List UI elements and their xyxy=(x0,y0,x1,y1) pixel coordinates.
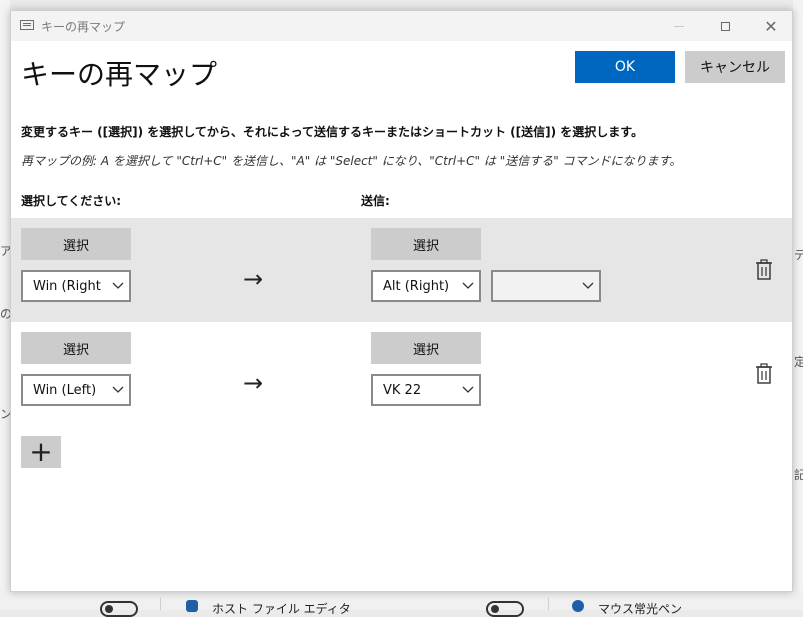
minimize-button[interactable] xyxy=(656,11,702,41)
background-toggle[interactable] xyxy=(100,601,138,617)
add-mapping-button[interactable]: + xyxy=(21,436,61,468)
example-text: 再マップの例: A を選択して "Ctrl+C" を送信し、"A" は "Sel… xyxy=(21,154,682,168)
chevron-down-icon xyxy=(457,279,479,293)
instruction-text: 変更するキー ([選択]) を選択してから、それによって送信するキーまたはショー… xyxy=(21,125,644,139)
chevron-down-icon xyxy=(107,279,129,293)
page-title: キーの再マップ xyxy=(21,58,218,91)
title-bar: キーの再マップ ✕ xyxy=(11,11,792,41)
chevron-down-icon xyxy=(457,383,479,397)
mouse-highlighter-icon xyxy=(572,600,584,612)
mapping-row: 選択 Win (Right → 選択 Alt (Right) xyxy=(11,218,792,322)
original-key-dropdown[interactable]: Win (Right xyxy=(21,270,131,302)
background-edge-text: 記 xyxy=(794,468,803,482)
maximize-icon xyxy=(720,21,730,31)
send-column-label: 送信: xyxy=(361,194,390,208)
target-key-dropdown[interactable]: VK 22 xyxy=(371,374,481,406)
target-key-extra-dropdown[interactable] xyxy=(491,270,601,302)
background-edge-text: 定 xyxy=(794,355,803,369)
background-divider xyxy=(160,598,161,610)
arrow-right-icon: → xyxy=(243,265,264,293)
select-key-button[interactable]: 選択 xyxy=(21,332,131,364)
trash-icon[interactable] xyxy=(754,363,774,385)
plus-icon: + xyxy=(29,435,53,468)
background-toggle[interactable] xyxy=(486,601,524,617)
chevron-down-icon xyxy=(577,279,599,293)
minimize-icon xyxy=(674,25,684,27)
background-window-right xyxy=(793,0,803,610)
target-key-value: VK 22 xyxy=(383,382,422,398)
original-key-value: Win (Right xyxy=(33,278,101,294)
send-key-button[interactable]: 選択 xyxy=(371,228,481,260)
ok-button[interactable]: OK xyxy=(575,51,675,83)
close-icon: ✕ xyxy=(764,16,778,36)
mapping-row: 選択 Win (Left) → 選択 VK 22 xyxy=(11,322,792,426)
background-divider xyxy=(548,598,549,610)
original-key-value: Win (Left) xyxy=(33,382,97,398)
close-button[interactable]: ✕ xyxy=(748,11,794,41)
select-key-button[interactable]: 選択 xyxy=(21,228,131,260)
original-key-dropdown[interactable]: Win (Left) xyxy=(21,374,131,406)
background-item-label: ホスト ファイル エディタ xyxy=(212,602,351,616)
background-edge-text: デ xyxy=(794,248,803,262)
send-key-button[interactable]: 選択 xyxy=(371,332,481,364)
chevron-down-icon xyxy=(107,383,129,397)
target-key-dropdown[interactable]: Alt (Right) xyxy=(371,270,481,302)
trash-icon[interactable] xyxy=(754,259,774,281)
cancel-button[interactable]: キャンセル xyxy=(685,51,785,83)
window-title: キーの再マップ xyxy=(41,20,126,34)
arrow-right-icon: → xyxy=(243,369,264,397)
select-column-label: 選択してください: xyxy=(21,194,122,208)
maximize-button[interactable] xyxy=(702,11,748,41)
keyboard-icon xyxy=(20,20,34,30)
remap-keys-dialog: キーの再マップ ✕ キーの再マップ OK キャンセル 変更するキー ([選択])… xyxy=(10,10,793,592)
background-item-label: マウス常光ペン xyxy=(598,602,683,616)
target-key-value: Alt (Right) xyxy=(383,278,450,294)
hosts-editor-icon xyxy=(186,600,198,612)
